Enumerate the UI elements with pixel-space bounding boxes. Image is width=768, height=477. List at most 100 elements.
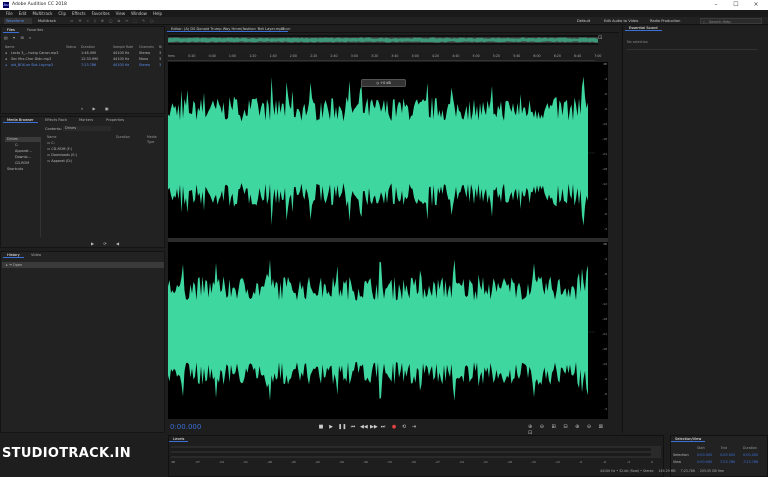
tab-media-browser[interactable]: Media Browser <box>3 117 38 123</box>
workspace-radio[interactable]: Radio Production <box>650 18 680 24</box>
db-tick-label: -3 <box>604 227 607 231</box>
media-col-duration[interactable]: Duration <box>116 135 130 140</box>
go-start-button[interactable]: ⏮ <box>350 424 356 430</box>
level-tick-label: -36 <box>363 460 368 464</box>
go-end-button[interactable]: ⏭ <box>380 424 386 430</box>
file-rate: 44100 Hz <box>113 51 130 55</box>
file-row[interactable]: ◂ old_BOX.wr Slot Lay.mp3 7:23.786 44100 Hz… <box>1 63 164 68</box>
col-samplerate[interactable]: Sample Rate <box>113 45 133 50</box>
media-col-name[interactable]: Name <box>47 135 56 140</box>
selview-start[interactable]: 0:00.000 <box>697 453 712 458</box>
selview-title[interactable]: Selection/View <box>671 436 706 442</box>
menu-window[interactable]: Window <box>131 10 147 17</box>
history-marker-icon: ▸ ⇥ <box>6 263 13 267</box>
play-button[interactable]: ▶ <box>328 424 334 430</box>
waveform-display[interactable]: ◷ +0 dB dB -3 -6 -9 -12 -18 -21 -18 -12 -9 -6 -3 dB… <box>168 62 608 419</box>
ruler-tick-label: 5:00 <box>472 54 480 58</box>
tab-properties[interactable]: Properties <box>102 117 128 123</box>
file-row[interactable]: ◂ Sec Mrz-Chor Didn.mp3 12:33.990 44100 Hz M… <box>1 57 164 62</box>
tree-item[interactable]: Apparat... <box>5 149 32 154</box>
level-tick-label: -48 <box>267 460 272 464</box>
search-input[interactable]: ⌕ Search Help <box>700 18 762 24</box>
file-row[interactable]: ◂ Lecto 3_...hoing Canon.mp3 1:46.490 44100… <box>1 51 164 56</box>
menu-multitrack[interactable]: Multitrack <box>32 10 52 17</box>
file-rate: 44100 Hz <box>113 63 130 67</box>
menu-clip[interactable]: Clip <box>58 10 66 17</box>
menu-effects[interactable]: Effects <box>72 10 86 17</box>
selview-label: Selection <box>673 453 689 457</box>
col-name[interactable]: Name <box>5 45 14 50</box>
tab-effects-rack[interactable]: Effects Rack <box>41 117 71 123</box>
ruler-tick-label: 0:40 <box>208 54 216 58</box>
menu-file[interactable]: File <box>6 10 13 17</box>
forward-button[interactable]: ▶▶ <box>370 424 378 430</box>
level-tick-label: dB <box>171 460 175 464</box>
ruler-tick-label: 4:20 <box>431 54 440 58</box>
selview-start[interactable]: 0:00.000 <box>697 460 712 465</box>
minimize-icon[interactable]: – <box>706 1 726 9</box>
pause-button[interactable]: ❚❚ <box>338 424 346 430</box>
menu-favorites[interactable]: Favorites <box>92 10 110 17</box>
tab-mixer[interactable]: Mixer <box>277 26 295 32</box>
workspace-edit-video[interactable]: Edit Audio to Video <box>604 18 638 24</box>
contents-dropdown[interactable]: Drives <box>63 126 111 131</box>
time-display[interactable]: 0:00.000 <box>170 423 201 431</box>
files-toolbar-icons[interactable]: ▤ ▾ ⊞ ⌕ <box>4 35 33 40</box>
tool-icons[interactable]: ▭ ✣ ⌖ ▯ ⊕ ▢ ⧉ ✂ ⬚ ✎ ⬡ <box>70 18 170 24</box>
tab-markers[interactable]: Markers <box>75 117 97 123</box>
tree-item[interactable]: Drives <box>5 137 41 142</box>
selview-end[interactable]: 0:00.000 <box>720 453 735 458</box>
overview-strip[interactable] <box>168 35 598 45</box>
tree-item[interactable]: C: <box>5 143 19 148</box>
media-list-item[interactable]: ▭ Downloads (E:) <box>47 153 77 158</box>
essential-sound-panel: Essential Sound No selection <box>622 25 768 433</box>
media-footer-icons[interactable]: ▶ ⟳ ◀ <box>91 241 123 246</box>
media-col-type[interactable]: Media Type <box>147 135 164 144</box>
col-channels[interactable]: Channels <box>139 45 154 50</box>
tab-files[interactable]: Files <box>3 27 19 33</box>
tab-video[interactable]: Video <box>27 252 45 258</box>
transport-bar: 0:00.000 ■ ▶ ❚❚ ⏮ ◀◀ ▶▶ ⏭ ● ⟲ ⇥ ⊕ ⊖ ⊞ ⊟ … <box>168 421 608 436</box>
col-duration[interactable]: Duration <box>81 45 95 50</box>
hud-volume-control[interactable]: ◷ +0 dB <box>361 79 406 87</box>
level-meter <box>171 446 661 458</box>
selview-end[interactable]: 7:23.786 <box>720 460 735 465</box>
media-list-item[interactable]: ▭ CD-ROM (F:) <box>47 147 72 152</box>
skip-button[interactable]: ⇥ <box>411 424 417 430</box>
files-footer-icons[interactable]: ⌕ ▶ ▣ <box>81 106 113 111</box>
col-status[interactable]: Status <box>66 45 76 50</box>
menu-view[interactable]: View <box>116 10 126 17</box>
col-bits[interactable]: Bi <box>159 45 162 50</box>
workspace-default[interactable]: Default <box>577 18 590 24</box>
tab-favorites[interactable]: Favorites <box>23 27 47 33</box>
record-button[interactable]: ● <box>391 424 397 430</box>
close-icon[interactable]: × <box>746 1 766 9</box>
loop-button[interactable]: ⟲ <box>401 424 407 430</box>
tab-editor[interactable]: Editor: (A) DS Donald Trump Way Hmm(fash… <box>167 26 288 32</box>
tree-item[interactable]: Downlo... <box>5 155 31 160</box>
multitrack-mode-button[interactable]: Multitrack <box>36 18 66 24</box>
zoom-reset-icon[interactable]: ⊡ <box>598 35 606 43</box>
waveform-mode-button[interactable]: Waveform <box>4 18 32 24</box>
time-ruler[interactable]: hms 0:20 0:40 1:00 1:20 1:40 2:00 2:20 2:40 3:00 3… <box>168 53 601 61</box>
menu-help[interactable]: Help <box>153 10 162 17</box>
menu-edit[interactable]: Edit <box>19 10 27 17</box>
file-duration: 7:23.786 <box>81 63 97 67</box>
tab-history[interactable]: History <box>3 252 24 258</box>
tree-item[interactable]: Shortcuts <box>5 167 23 172</box>
maximize-icon[interactable]: ☐ <box>726 1 746 9</box>
tree-item[interactable]: CD-ROM <box>5 161 29 166</box>
levels-title[interactable]: Levels <box>169 436 189 442</box>
history-item-open[interactable]: ▸ ⇥ Open <box>2 262 164 268</box>
db-tick-label: -18 <box>602 317 607 321</box>
selview-dur[interactable]: 0:00.000 <box>743 453 758 458</box>
rewind-button[interactable]: ◀◀ <box>360 424 368 430</box>
media-item-label: Downloads (E:) <box>51 153 77 157</box>
selview-dur[interactable]: 7:23.786 <box>743 460 758 465</box>
essential-sound-title[interactable]: Essential Sound <box>625 25 662 31</box>
media-list-item[interactable]: ▭ C: <box>47 141 55 146</box>
stop-button[interactable]: ■ <box>318 424 324 430</box>
level-tick-label: -6 <box>603 460 606 464</box>
media-list-item[interactable]: ▭ Apparat (D:) <box>47 159 72 164</box>
window-title: Adobe Audition CC 2018 <box>12 2 67 7</box>
